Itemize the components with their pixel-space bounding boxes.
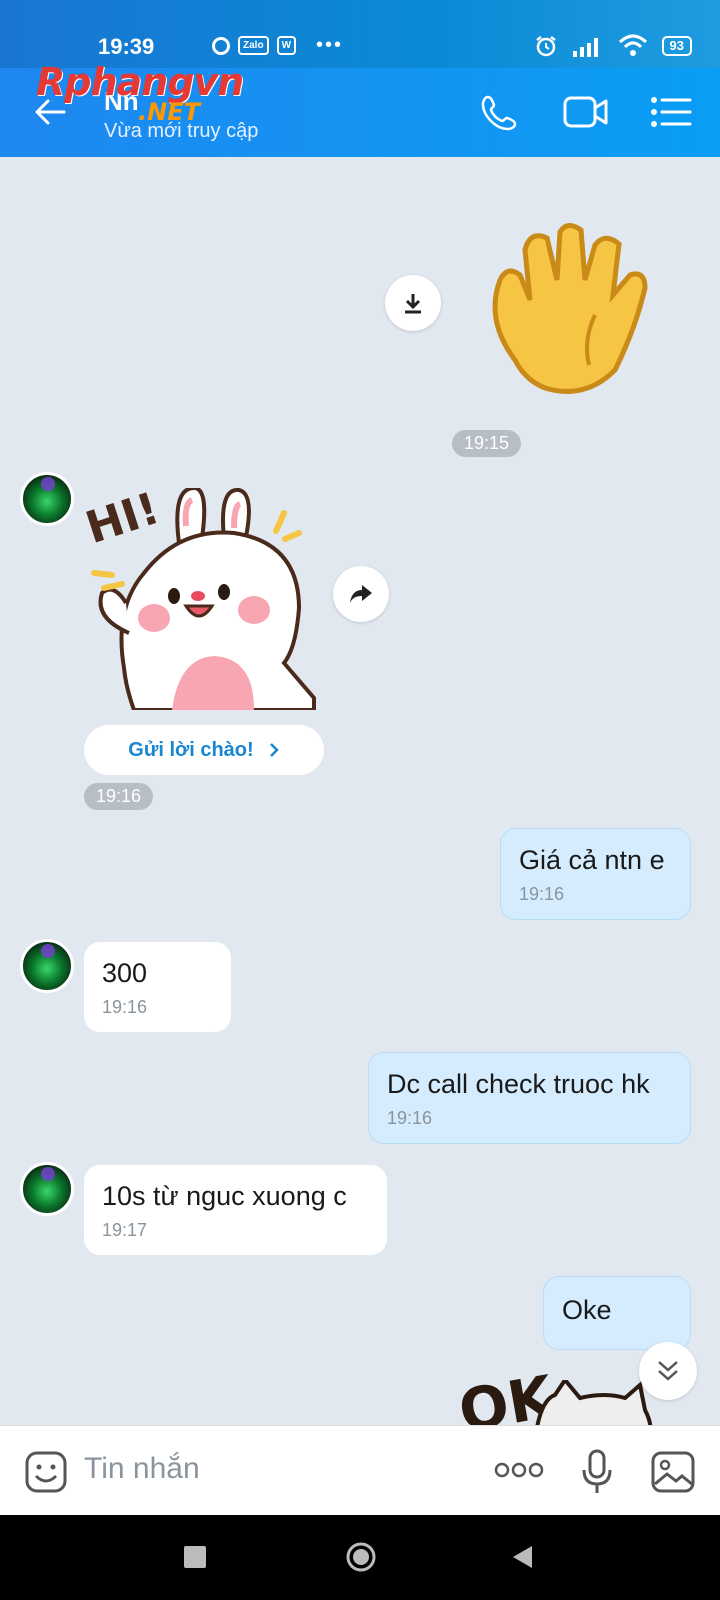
ok-sticker[interactable]: OK — [455, 1360, 655, 1425]
timestamp-divider: 19:16 — [84, 783, 154, 810]
video-call-icon[interactable] — [562, 92, 610, 132]
outgoing-message[interactable]: Giá cả ntn e 19:16 — [500, 828, 691, 920]
message-text: Oke — [562, 1295, 612, 1325]
alarm-icon — [535, 36, 556, 57]
message-input[interactable]: Tin nhắn — [84, 1452, 200, 1486]
status-system-icons: 93 — [534, 34, 692, 58]
battery-indicator: 93 — [661, 36, 692, 56]
signal-icon — [572, 38, 598, 57]
status-bar: 19:39 Zalo W ••• 93 — [0, 0, 720, 68]
message-text: 10s từ nguc xuong c — [102, 1181, 347, 1211]
waving-hand-sticker[interactable] — [485, 220, 660, 400]
avatar[interactable] — [20, 472, 74, 526]
sticker-emoji-icon[interactable] — [24, 1450, 68, 1494]
recents-square-icon[interactable] — [184, 1546, 206, 1568]
message-time: 19:16 — [519, 884, 565, 904]
status-time: 19:39 — [98, 34, 155, 59]
message-text: Dc call check truoc hk — [387, 1069, 650, 1099]
timestamp-divider: 19:15 — [452, 430, 522, 457]
send-greeting-button[interactable]: Gửi lời chào! — [84, 725, 324, 775]
outgoing-message[interactable]: Dc call check truoc hk 19:16 — [368, 1052, 691, 1144]
send-greeting-label: Gửi lời chào! — [128, 738, 254, 761]
avatar[interactable] — [20, 1162, 74, 1216]
zalo-icon: Zalo — [238, 36, 269, 55]
incoming-message[interactable]: 300 19:16 — [84, 942, 231, 1032]
chrome-icon — [212, 36, 230, 55]
message-time: 19:16 — [102, 997, 148, 1017]
word-icon: W — [276, 36, 297, 55]
double-chevron-down-icon — [658, 1361, 678, 1381]
forward-sticker-button[interactable] — [333, 566, 389, 622]
chat-header: Nn Vừa mới truy cập Rphangvn .NET — [0, 60, 720, 157]
message-time: 19:17 — [102, 1220, 148, 1240]
share-arrow-icon — [350, 585, 372, 603]
phone-call-icon[interactable] — [480, 92, 520, 132]
image-gallery-icon[interactable] — [650, 1450, 696, 1494]
outgoing-message[interactable]: Oke — [543, 1276, 691, 1350]
back-triangle-icon[interactable] — [510, 1544, 534, 1570]
avatar[interactable] — [20, 939, 74, 993]
message-time: 19:16 — [387, 1108, 433, 1128]
more-notifications-icon: ••• — [316, 34, 344, 56]
more-options-icon[interactable] — [494, 1462, 544, 1478]
system-nav-bar — [0, 1515, 720, 1600]
message-input-bar: Tin nhắn — [0, 1425, 720, 1516]
download-sticker-button[interactable] — [385, 275, 441, 331]
message-text: Giá cả ntn e — [519, 845, 665, 875]
download-icon — [405, 294, 421, 314]
microphone-icon[interactable] — [580, 1448, 614, 1496]
options-list-icon[interactable] — [650, 92, 692, 132]
scroll-to-bottom-button[interactable] — [639, 1342, 697, 1400]
status-notification-icons: Zalo W ••• — [160, 34, 343, 57]
hi-bunny-sticker[interactable]: HI! — [80, 483, 324, 710]
cat-illustration — [535, 1380, 653, 1425]
chevron-right-icon — [269, 743, 279, 757]
message-text: 300 — [102, 958, 148, 988]
bunny-illustration — [91, 488, 316, 710]
incoming-message[interactable]: 10s từ nguc xuong c 19:17 — [84, 1165, 387, 1255]
watermark-logo-sub: .NET — [138, 98, 200, 126]
home-circle-icon[interactable] — [345, 1541, 377, 1573]
wifi-icon — [618, 34, 647, 56]
